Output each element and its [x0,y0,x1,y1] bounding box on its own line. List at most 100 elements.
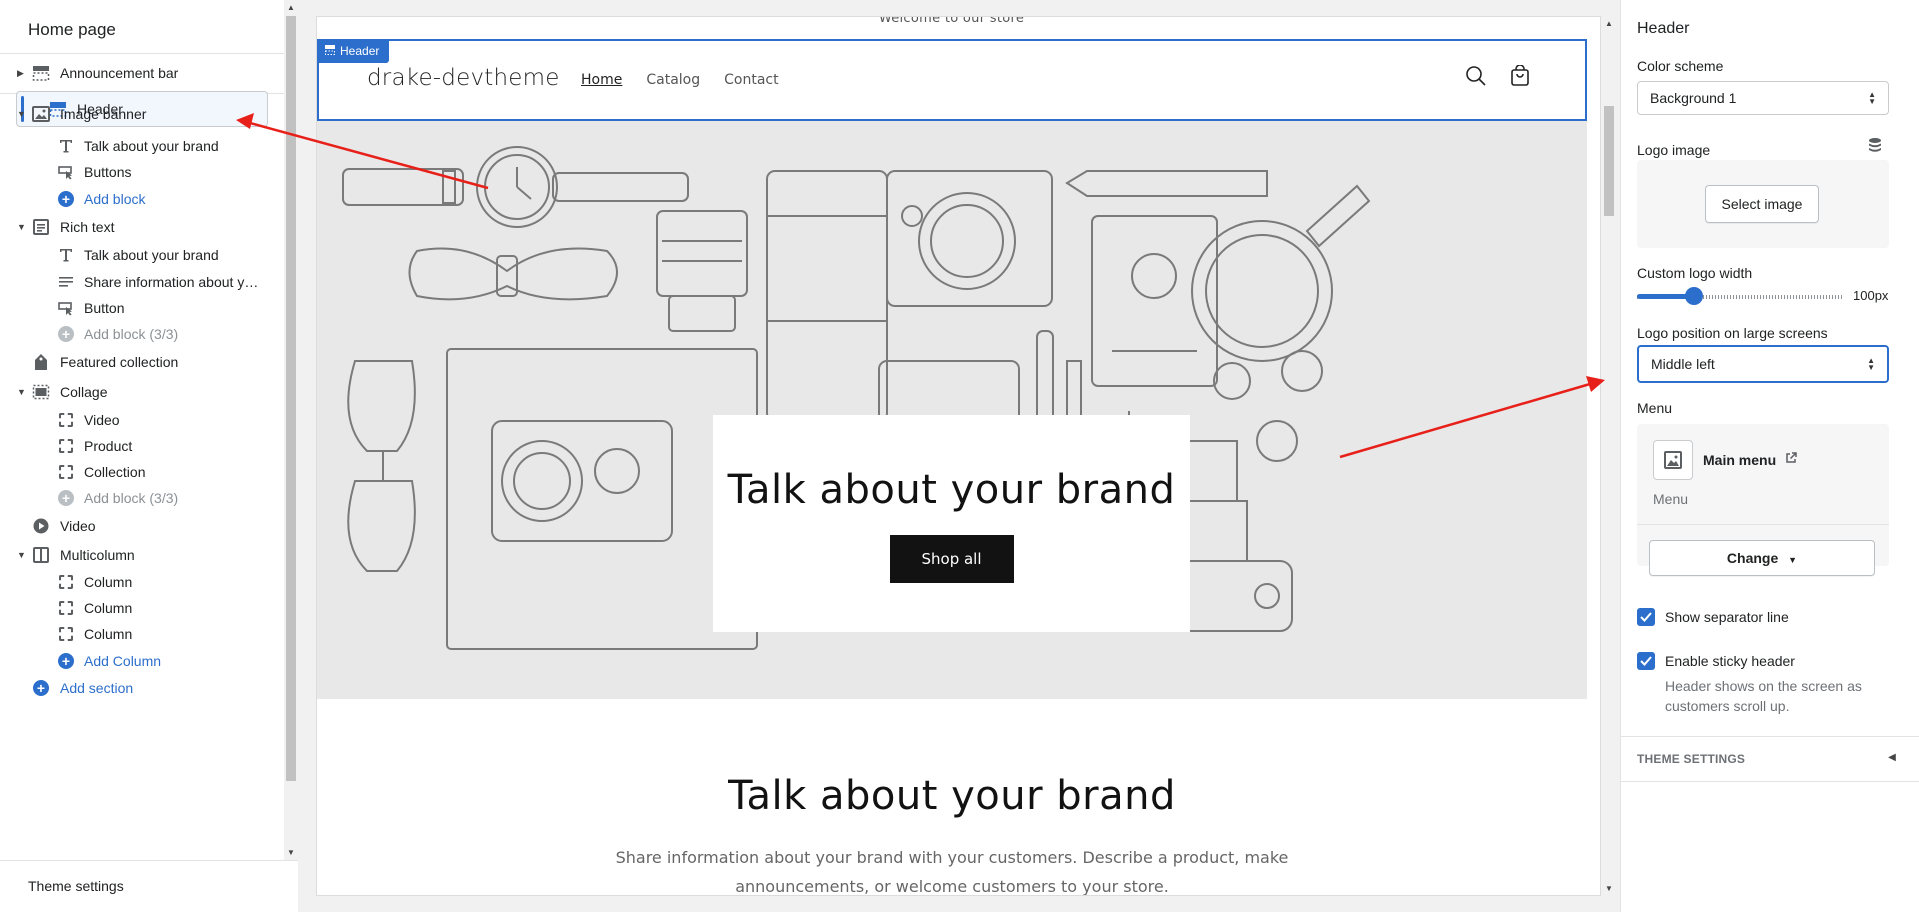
scroll-up-icon[interactable]: ▲ [1605,19,1613,28]
preview-area: Welcome to our store Header drake-devthe… [298,0,1620,912]
placeholder-block-icon [57,599,75,617]
cart-icon[interactable] [1509,64,1531,90]
tree-block-heading[interactable]: Talk about your brand [0,242,284,268]
caret-down-icon[interactable]: ▼ [17,550,26,560]
nav-home[interactable]: Home [581,72,622,88]
color-scheme-value: Background 1 [1650,90,1737,106]
tree-label: Video [60,518,96,534]
tree-label: Collection [84,464,146,480]
menu-label: Menu [1637,400,1673,416]
shop-all-button[interactable]: Shop all [889,535,1014,583]
image-banner-section[interactable]: Talk about your brand Shop all [317,121,1587,699]
theme-settings-toggle[interactable]: THEME SETTINGS ◀ [1621,736,1919,782]
tree-block-collection[interactable]: Collection [0,459,284,485]
color-scheme-label: Color scheme [1637,58,1724,74]
caret-down-icon[interactable]: ▼ [17,222,26,232]
preview-scrollbar[interactable]: ▲ ▼ [1601,16,1617,896]
rich-text-heading: Talk about your brand [728,773,1176,819]
show-separator-checkbox[interactable] [1637,608,1655,626]
plus-circle-icon: + [57,325,75,343]
sticky-header-label[interactable]: Enable sticky header [1665,653,1795,669]
store-logo[interactable]: drake-devtheme [367,65,560,91]
logo-width-slider-thumb[interactable] [1685,287,1703,305]
scroll-down-icon[interactable]: ▼ [287,848,295,857]
external-link-icon[interactable] [1785,451,1797,467]
logo-image-label: Logo image [1637,142,1711,158]
columns-icon [32,546,50,564]
tag-icon [32,353,50,371]
nav-catalog[interactable]: Catalog [646,72,700,88]
tree-item-multicolumn[interactable]: ▼ Multicolumn [0,541,284,569]
tree-block-column[interactable]: Column [0,595,284,621]
theme-settings-label: THEME SETTINGS [1637,752,1746,766]
menu-picker: Main menu Menu Change ▼ [1637,424,1889,576]
tree-item-rich-text[interactable]: ▼ Rich text [0,212,284,242]
theme-settings-link[interactable]: Theme settings [0,860,298,912]
color-scheme-select[interactable]: Background 1 ▲ ▼ [1637,81,1889,115]
caret-down-icon[interactable]: ▼ [17,109,26,119]
tree-block-buttons[interactable]: Buttons [0,159,284,185]
tree-label: Announcement bar [60,65,179,81]
tree-block-text[interactable]: Share information about your brand with … [0,268,284,295]
logo-width-label: Custom logo width [1637,265,1753,281]
placeholder-block-icon [57,573,75,591]
change-button-label: Change [1726,550,1779,566]
sections-sidebar: Home page ▶ Announcement bar Header ▼ Im… [0,0,298,912]
database-icon[interactable] [1867,137,1883,158]
select-arrows-icon: ▲ ▼ [1867,356,1875,372]
tree-block-video[interactable]: Video [0,407,284,433]
tree-item-featured-collection[interactable]: Featured collection [0,347,284,377]
add-column-button[interactable]: + Add Column [0,647,284,674]
tree-item-video[interactable]: Video [0,511,284,541]
banner-heading: Talk about your brand [727,467,1176,513]
sidebar-scrollbar[interactable]: ▲ ▼ [284,0,298,860]
tree-block-heading[interactable]: Talk about your brand [0,132,284,159]
tree-item-collage[interactable]: ▼ Collage [0,377,284,407]
tree-block-column[interactable]: Column [0,569,284,595]
logo-position-select[interactable]: Middle left ▲ ▼ [1637,345,1889,383]
logo-width-value: 100px [1853,288,1889,303]
scrollbar-thumb[interactable] [1604,106,1614,216]
logo-image-picker: Select image [1637,160,1889,248]
sticky-header-checkbox[interactable] [1637,652,1655,670]
text-icon [57,137,75,155]
placeholder-block-icon [57,411,75,429]
show-separator-label[interactable]: Show separator line [1665,609,1789,625]
placeholder-block-icon [57,437,75,455]
sticky-header-help: Header shows on the screen as customers … [1665,678,1862,714]
tree-block-product[interactable]: Product [0,433,284,459]
scrollbar-thumb[interactable] [286,16,296,781]
search-icon[interactable] [1465,65,1487,90]
main-nav: Home Catalog Contact [581,72,779,88]
select-image-button[interactable]: Select image [1705,185,1819,223]
nav-contact[interactable]: Contact [724,72,778,88]
banner-content-box: Talk about your brand Shop all [713,415,1190,632]
scroll-up-icon[interactable]: ▲ [287,3,295,12]
tree-item-image-banner[interactable]: ▼ Image banner [0,96,284,132]
tree-block-column[interactable]: Column [0,621,284,647]
scroll-down-icon[interactable]: ▼ [1605,884,1613,893]
tree-label: Rich text [60,219,115,235]
caret-down-icon: ▼ [1788,555,1798,565]
tree-label: Column [84,574,133,590]
header-section[interactable]: Header drake-devtheme Home Catalog Conta… [317,39,1587,121]
theme-editor: Home page ▶ Announcement bar Header ▼ Im… [0,0,1919,912]
tree-item-announcement-bar[interactable]: ▶ Announcement bar [0,55,284,91]
caret-right-icon[interactable]: ▶ [17,68,24,79]
rich-text-section[interactable]: Talk about your brand Share information … [317,699,1587,895]
tree-label: Add section [60,680,134,696]
tree-block-button[interactable]: Button [0,295,284,321]
add-block-button-disabled: + Add block (3/3) [0,321,284,347]
change-menu-button[interactable]: Change ▼ [1649,540,1875,576]
caret-down-icon[interactable]: ▼ [17,387,26,397]
add-section-button[interactable]: + Add section [0,674,284,702]
collage-icon [32,383,50,401]
menu-name-link[interactable]: Main menu [1703,452,1776,468]
image-icon [32,105,50,123]
section-tree: ▶ Announcement bar Header ▼ Image banner… [0,55,284,860]
storefront-preview: Welcome to our store Header drake-devthe… [316,16,1601,896]
plus-circle-icon: + [57,652,75,670]
add-block-button[interactable]: + Add block [0,185,284,212]
plus-circle-icon: + [32,679,50,697]
tree-label: Column [84,626,133,642]
